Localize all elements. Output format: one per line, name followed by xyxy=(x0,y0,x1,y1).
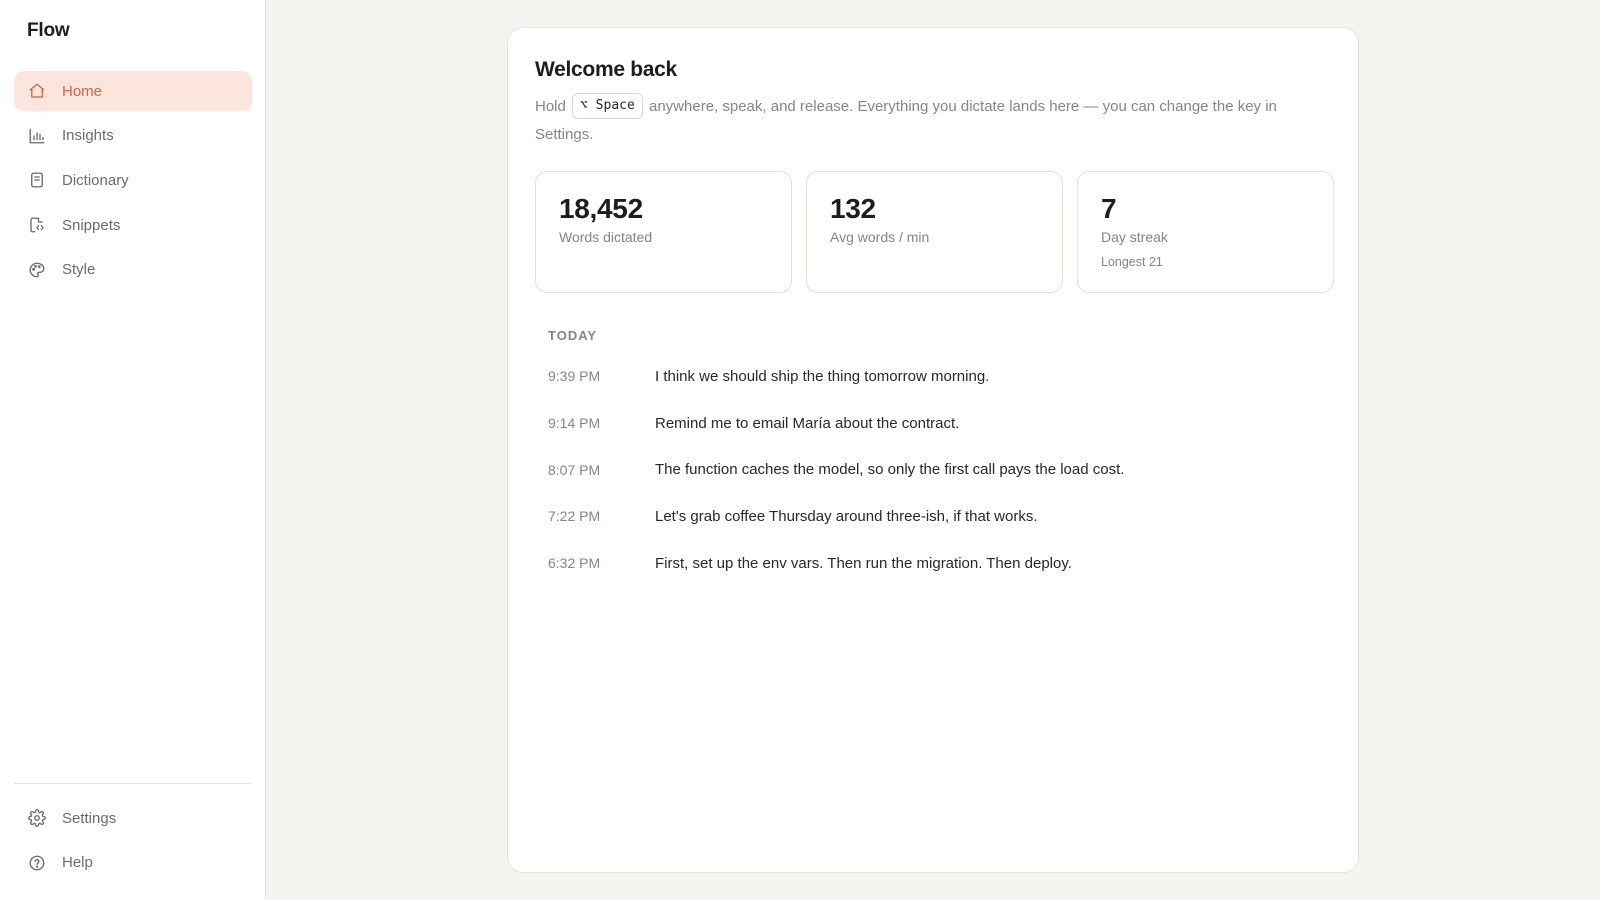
stat-label: Day streak xyxy=(1101,229,1168,245)
app-logo: Flow xyxy=(27,20,70,41)
help-circle-icon xyxy=(28,854,46,872)
intro-text: Hold ⌥ Space anywhere, speak, and releas… xyxy=(535,93,1315,149)
sidebar: Flow Home Insights Dictionary Snippets S… xyxy=(0,0,266,900)
entry-text: Let's grab coffee Thursday around three-… xyxy=(655,507,1038,525)
stat-card-streak: 7 Day streak Longest 21 xyxy=(1077,171,1334,293)
stats-row: 18,452 Words dictated 132 Avg words / mi… xyxy=(535,171,1334,293)
sidebar-item-home[interactable]: Home xyxy=(14,71,252,111)
list-item[interactable]: 9:14 PM Remind me to email María about t… xyxy=(548,400,1328,447)
section-label-today: TODAY xyxy=(548,328,598,343)
sidebar-item-label: Settings xyxy=(62,809,117,827)
sidebar-item-insights[interactable]: Insights xyxy=(14,116,252,156)
stat-label: Avg words / min xyxy=(830,229,930,245)
entry-time: 9:14 PM xyxy=(548,415,601,432)
sidebar-item-label: Home xyxy=(62,82,103,100)
stat-card-wpm: 132 Avg words / min xyxy=(806,171,1063,293)
bar-chart-icon xyxy=(28,127,46,145)
gear-icon xyxy=(28,809,46,827)
shortcut-key: ⌥ Space xyxy=(572,93,643,120)
entry-text: First, set up the env vars. Then run the… xyxy=(655,554,1072,572)
sidebar-item-snippets[interactable]: Snippets xyxy=(14,205,252,245)
stat-value: 18,452 xyxy=(559,193,643,224)
sidebar-bottom-nav: Settings Help xyxy=(14,798,252,887)
sidebar-item-label: Snippets xyxy=(62,216,121,234)
sidebar-item-dictionary[interactable]: Dictionary xyxy=(14,160,252,200)
entry-text: Remind me to email María about the contr… xyxy=(655,414,960,432)
book-icon xyxy=(28,171,46,189)
page-title: Welcome back xyxy=(535,58,677,81)
dictation-list: 9:39 PM I think we should ship the thing… xyxy=(548,353,1328,586)
home-card: Welcome back Hold ⌥ Space anywhere, spea… xyxy=(507,27,1359,873)
entry-time: 6:32 PM xyxy=(548,555,601,572)
stat-card-words: 18,452 Words dictated xyxy=(535,171,792,293)
sidebar-item-help[interactable]: Help xyxy=(14,843,252,883)
list-item[interactable]: 6:32 PM First, set up the env vars. Then… xyxy=(548,540,1328,587)
stat-value: 7 xyxy=(1101,193,1117,224)
sidebar-item-label: Dictionary xyxy=(62,171,129,189)
stat-sub: Longest 21 xyxy=(1101,255,1163,269)
list-item[interactable]: 9:39 PM I think we should ship the thing… xyxy=(548,353,1328,400)
entry-text: The function caches the model, so only t… xyxy=(655,461,1125,479)
sidebar-item-label: Insights xyxy=(62,127,114,145)
intro-after: anywhere, speak, and release. Everything… xyxy=(535,98,1277,143)
intro-before: Hold xyxy=(535,98,566,115)
entry-time: 8:07 PM xyxy=(548,461,601,478)
sidebar-item-label: Style xyxy=(62,261,96,279)
list-item[interactable]: 8:07 PM The function caches the model, s… xyxy=(548,446,1328,493)
sidebar-divider xyxy=(14,783,252,784)
sidebar-item-label: Help xyxy=(62,854,93,872)
entry-text: I think we should ship the thing tomorro… xyxy=(655,367,990,385)
list-item[interactable]: 7:22 PM Let's grab coffee Thursday aroun… xyxy=(548,493,1328,540)
palette-icon xyxy=(28,261,46,279)
stat-label: Words dictated xyxy=(559,229,653,245)
sidebar-item-settings[interactable]: Settings xyxy=(14,798,252,838)
sidebar-item-style[interactable]: Style xyxy=(14,250,252,290)
sidebar-nav: Home Insights Dictionary Snippets Style xyxy=(14,71,252,294)
stat-value: 132 xyxy=(830,193,876,224)
code-file-icon xyxy=(28,216,46,234)
entry-time: 9:39 PM xyxy=(548,368,601,385)
entry-time: 7:22 PM xyxy=(548,508,601,525)
home-icon xyxy=(28,82,46,100)
